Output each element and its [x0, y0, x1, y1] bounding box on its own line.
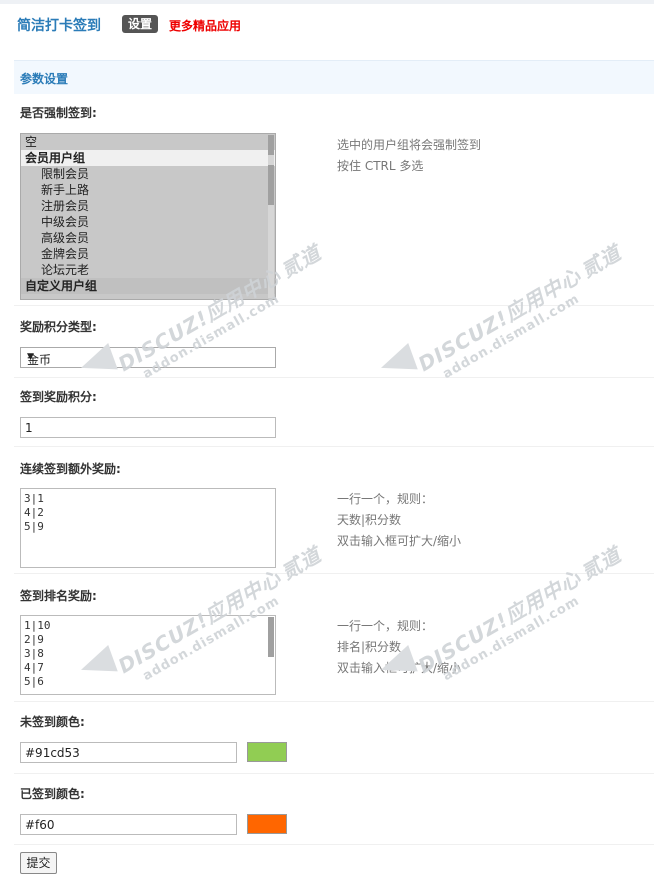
- list-option[interactable]: 高级会员: [21, 230, 275, 246]
- watermark-arrow-icon: [376, 343, 418, 381]
- streak-reward-label: 连续签到额外奖励:: [20, 462, 121, 476]
- streak-reward-textarea[interactable]: 3|1 4|2 5|9: [20, 488, 276, 568]
- list-option[interactable]: 中级会员: [21, 214, 275, 230]
- list-option[interactable]: 限制会员: [21, 166, 275, 182]
- force-signin-hint-2: 按住 CTRL 多选: [337, 159, 424, 173]
- row-divider: [14, 844, 654, 845]
- scrollbar-thumb[interactable]: [268, 165, 274, 205]
- more-apps-link[interactable]: 更多精品应用: [169, 17, 241, 34]
- row-divider: [14, 377, 654, 378]
- submit-button[interactable]: 提交: [20, 852, 57, 874]
- list-option[interactable]: 金牌会员: [21, 246, 275, 262]
- row-divider: [14, 773, 654, 774]
- section-header: 参数设置: [14, 60, 654, 94]
- watermark: DISCUZ!应用中心 贰道 addon.dismall.com: [412, 539, 633, 692]
- signed-color-input[interactable]: #f60: [20, 814, 237, 835]
- unsigned-color-swatch[interactable]: [247, 742, 287, 762]
- textarea-scrollbar[interactable]: [268, 617, 274, 657]
- reward-points-label: 签到奖励积分:: [20, 390, 97, 404]
- list-option-group: 会员用户组: [21, 150, 275, 166]
- streak-hint-1: 一行一个，规则：: [337, 492, 434, 506]
- textarea-line: 4|2: [24, 506, 44, 519]
- reward-type-label: 奖励积分类型:: [20, 320, 97, 334]
- watermark: DISCUZ!应用中心 贰道 addon.dismall.com: [412, 237, 633, 390]
- streak-hint-3: 双击输入框可扩大/缩小: [337, 534, 462, 548]
- textarea-line: 5|9: [24, 520, 44, 533]
- top-strip: [0, 0, 654, 4]
- list-option[interactable]: 注册会员: [21, 198, 275, 214]
- textarea-line: 3|1: [24, 492, 44, 505]
- rank-reward-label: 签到排名奖励:: [20, 589, 97, 603]
- unsigned-color-label: 未签到颜色:: [20, 715, 85, 729]
- usergroup-multiselect[interactable]: 空 会员用户组 限制会员 新手上路 注册会员 中级会员 高级会员 金牌会员 论坛…: [20, 133, 276, 300]
- section-title: 参数设置: [20, 72, 69, 86]
- tab-settings[interactable]: 设置: [122, 15, 159, 33]
- streak-hint-2: 天数|积分数: [337, 513, 402, 527]
- unsigned-color-input[interactable]: #91cd53: [20, 742, 237, 763]
- signed-color-swatch[interactable]: [247, 814, 287, 834]
- row-divider: [14, 446, 654, 447]
- list-option[interactable]: 论坛元老: [21, 262, 275, 278]
- rank-hint-1: 一行一个，规则：: [337, 619, 434, 633]
- row-divider: [14, 701, 654, 702]
- list-option[interactable]: 新手上路: [21, 182, 275, 198]
- watermark-brand: DISCUZ!应用中心: [414, 565, 586, 679]
- scrollbar-thumb[interactable]: [268, 135, 274, 155]
- force-signin-label: 是否强制签到:: [20, 106, 97, 120]
- watermark-brand: DISCUZ!应用中心: [414, 263, 586, 377]
- signed-color-label: 已签到颜色:: [20, 787, 85, 801]
- reward-points-input[interactable]: 1: [20, 417, 276, 438]
- list-option[interactable]: 空: [21, 134, 275, 150]
- force-signin-hint-1: 选中的用户组将会强制签到: [337, 138, 482, 152]
- app-title[interactable]: 简洁打卡签到: [17, 15, 101, 35]
- scrollbar-thumb[interactable]: [268, 617, 274, 657]
